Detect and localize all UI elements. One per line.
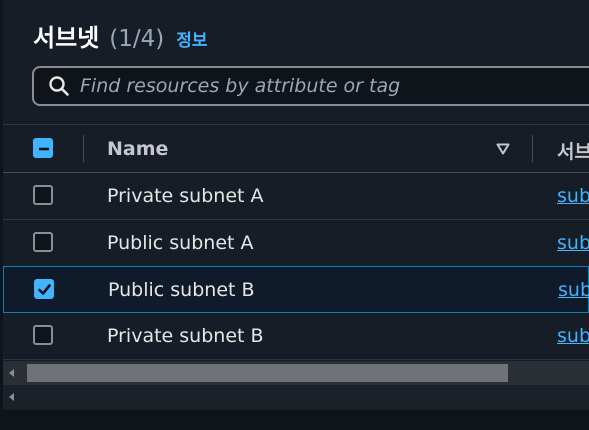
search-icon [48, 75, 70, 97]
table-row[interactable]: Public subnet A sub [3, 220, 589, 267]
subnet-id-link[interactable]: sub [557, 232, 589, 254]
panel-header: 서브넷 (1/4) 정보 [33, 18, 208, 52]
column-separator[interactable] [532, 135, 533, 162]
sort-descending-icon[interactable] [496, 142, 510, 155]
select-all-checkbox[interactable] [33, 138, 53, 158]
column-header-subnet-id[interactable]: 서브 [557, 137, 589, 164]
subnet-name: Public subnet A [107, 232, 254, 254]
scrollbar-thumb[interactable] [27, 364, 508, 382]
subnet-id-link[interactable]: sub [558, 279, 589, 301]
subnet-name: Private subnet B [107, 325, 264, 347]
subnet-name: Public subnet B [108, 279, 255, 301]
row-checkbox[interactable] [33, 325, 53, 345]
row-checkbox[interactable] [34, 279, 54, 299]
subnet-id-link[interactable]: sub [557, 185, 589, 207]
scrollbar-track[interactable] [3, 361, 589, 385]
column-separator[interactable] [83, 135, 84, 162]
table-row-selected[interactable]: Public subnet B sub [3, 266, 589, 313]
checkmark-icon [38, 284, 51, 295]
column-header-name[interactable]: Name [107, 138, 168, 160]
subnet-id-link[interactable]: sub [557, 325, 589, 347]
table-row[interactable]: Private subnet B sub [3, 313, 589, 360]
table-row[interactable]: Private subnet A sub [3, 173, 589, 220]
subnets-panel: 서브넷 (1/4) 정보 Name [3, 0, 589, 410]
table-header: Name 서브 [3, 124, 589, 173]
info-link[interactable]: 정보 [176, 26, 207, 51]
row-checkbox[interactable] [33, 232, 53, 252]
selection-count: (1/4) [109, 26, 165, 52]
row-checkbox[interactable] [33, 185, 53, 205]
scroll-left-arrow-icon[interactable] [9, 369, 14, 377]
bottom-strip [0, 410, 589, 430]
scroll-left-arrow-icon[interactable] [9, 393, 14, 401]
minus-icon [39, 147, 49, 151]
search-input[interactable] [80, 75, 589, 97]
subnet-name: Private subnet A [107, 185, 264, 207]
subnets-table: Name 서브 Private subnet A sub Public subn… [3, 124, 589, 360]
horizontal-scrollbar[interactable] [3, 361, 589, 410]
search-box[interactable] [32, 66, 589, 106]
scrollbar-track-secondary[interactable] [3, 385, 589, 410]
page-title: 서브넷 [33, 24, 100, 52]
